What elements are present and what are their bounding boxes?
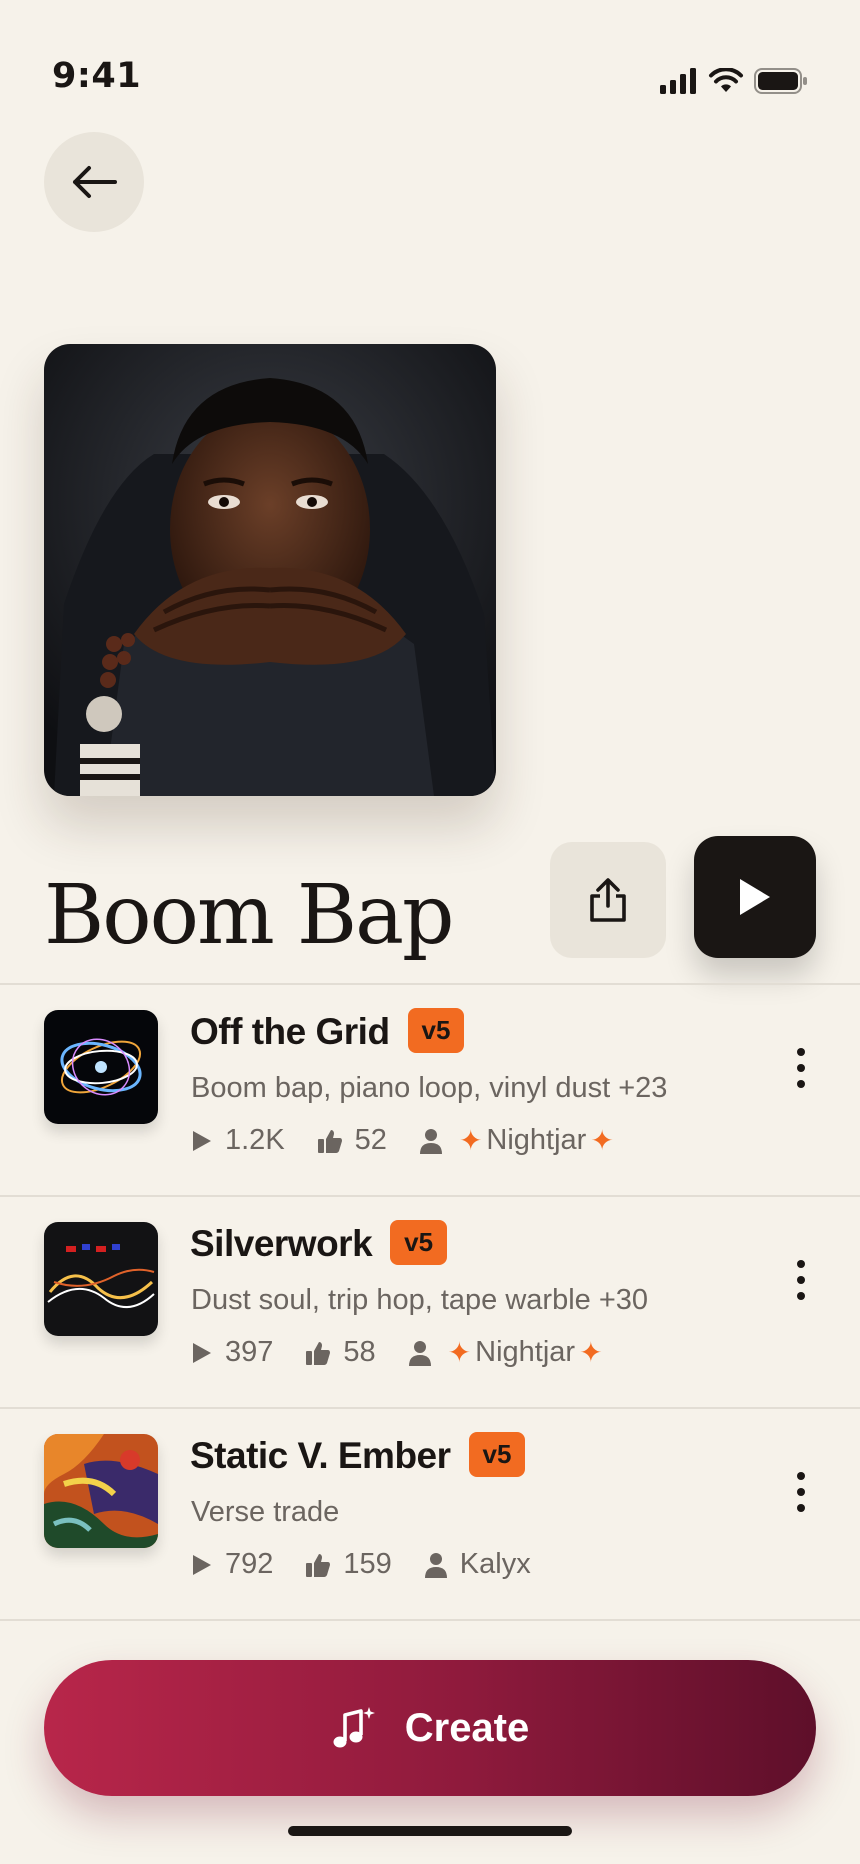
play-count: 1.2K (191, 1124, 285, 1157)
user-icon (424, 1552, 447, 1578)
track-tags: Dust soul, trip hop, tape warble +30 (191, 1284, 649, 1316)
sparkle-icon: ✦ (447, 1337, 472, 1368)
user-icon (408, 1340, 431, 1366)
like-count[interactable]: 159 (305, 1548, 392, 1581)
dot (797, 1064, 805, 1072)
like-count[interactable]: 52 (317, 1124, 387, 1157)
more-options-button[interactable] (786, 1466, 816, 1518)
track-title[interactable]: Silverwork v5 (190, 1220, 448, 1265)
play-count-value: 397 (225, 1336, 274, 1368)
track-tags: Boom bap, piano loop, vinyl dust +23 (191, 1072, 668, 1104)
dot (797, 1292, 805, 1300)
status-time: 9:41 (52, 56, 142, 96)
dot (797, 1048, 805, 1056)
share-icon (590, 878, 626, 922)
track-row[interactable]: Off the Grid v5 Boom bap, piano loop, vin… (0, 984, 860, 1194)
sparkle-icon: ✦ (579, 1337, 603, 1368)
thumbs-up-icon (306, 1553, 331, 1577)
track-title[interactable]: Static V. Ember v5 (190, 1432, 526, 1477)
dot (797, 1504, 805, 1512)
user-icon (419, 1128, 442, 1154)
version-badge: v5 (390, 1220, 448, 1265)
like-count-value: 58 (343, 1336, 376, 1368)
home-indicator (288, 1826, 572, 1836)
signal-icon (660, 68, 696, 94)
track-artwork (44, 1434, 158, 1548)
dot (797, 1260, 805, 1268)
author-name: Nightjar (475, 1336, 576, 1368)
create-button[interactable]: Create (44, 1660, 816, 1796)
track-title-text: Static V. Ember (190, 1435, 451, 1476)
dot (797, 1472, 805, 1480)
track-meta: 1.2K 52 ✦ Nightjar ✦ (191, 1124, 650, 1157)
playlist-title: Boom Bap (44, 868, 454, 963)
sparkle-icon: ✦ (458, 1125, 483, 1156)
track-row[interactable]: Static V. Ember v5 Verse trade 792 159 Ka… (0, 1408, 860, 1618)
play-count-value: 1.2K (225, 1124, 285, 1156)
author[interactable]: Kalyx (424, 1548, 531, 1581)
dot (797, 1488, 805, 1496)
track-title-text: Off the Grid (190, 1011, 390, 1052)
track-title[interactable]: Off the Grid v5 (190, 1008, 465, 1053)
thumbs-up-icon (306, 1341, 331, 1365)
divider (0, 1619, 860, 1621)
like-count-value: 159 (343, 1548, 392, 1580)
play-count: 397 (191, 1336, 273, 1369)
share-button[interactable] (550, 842, 666, 958)
play-count-icon (193, 1342, 211, 1363)
create-button-label: Create (404, 1705, 530, 1750)
dot (797, 1276, 805, 1284)
play-count-icon (193, 1130, 211, 1151)
author-name: Nightjar (486, 1124, 587, 1156)
sparkle-icon: ✦ (590, 1125, 614, 1156)
author[interactable]: ✦ Nightjar ✦ (419, 1124, 618, 1157)
play-count-value: 792 (225, 1548, 274, 1580)
track-meta: 792 159 Kalyx (191, 1548, 563, 1581)
more-options-button[interactable] (786, 1042, 816, 1094)
more-options-button[interactable] (786, 1254, 816, 1306)
arrow-left-icon (73, 166, 117, 198)
version-badge: v5 (468, 1432, 526, 1477)
status-icons (660, 68, 808, 94)
dot (797, 1080, 805, 1088)
back-button[interactable] (44, 132, 144, 232)
like-count-value: 52 (354, 1124, 387, 1156)
track-meta: 397 58 ✦ Nightjar ✦ (191, 1336, 639, 1369)
track-tags: Verse trade (191, 1496, 340, 1528)
author-name: Kalyx (459, 1548, 531, 1580)
play-count-icon (193, 1554, 211, 1575)
play-icon (740, 879, 770, 915)
track-artwork (44, 1010, 158, 1124)
play-button[interactable] (694, 836, 816, 958)
track-artwork (44, 1222, 158, 1336)
author[interactable]: ✦ Nightjar ✦ (408, 1336, 607, 1369)
track-row[interactable]: Silverwork v5 Dust soul, trip hop, tape w… (0, 1196, 860, 1406)
like-count[interactable]: 58 (305, 1336, 376, 1369)
music-note-sparkle-icon (333, 1707, 375, 1748)
wifi-icon (709, 68, 743, 92)
thumbs-up-icon (317, 1129, 342, 1153)
playlist-cover-image (44, 344, 496, 796)
battery-icon (754, 68, 807, 94)
version-badge: v5 (407, 1008, 465, 1053)
play-count: 792 (191, 1548, 273, 1581)
track-title-text: Silverwork (190, 1223, 373, 1264)
